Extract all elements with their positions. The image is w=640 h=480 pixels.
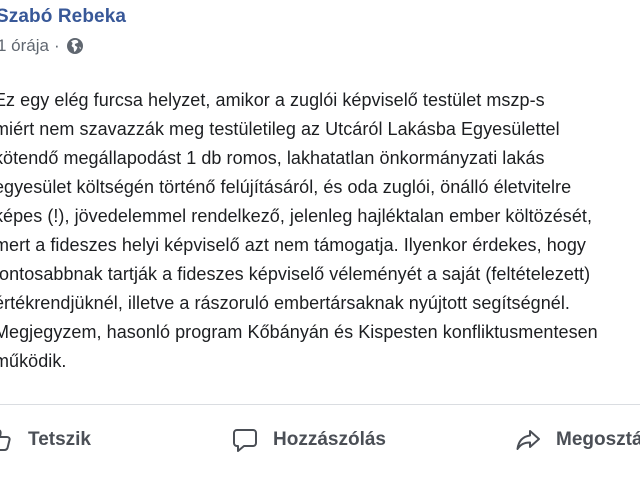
meta-separator: ·	[53, 36, 60, 55]
post-meta: 1 órája ·	[0, 36, 84, 56]
post-text-line: miért nem szavazzák meg testületileg az …	[0, 119, 560, 139]
comment-icon	[233, 429, 257, 452]
post-timestamp[interactable]: 1 órája	[0, 36, 49, 56]
thumbs-up-icon	[0, 429, 11, 451]
globe-icon[interactable]	[66, 37, 84, 55]
like-button[interactable]: Tetszik	[0, 420, 91, 460]
author-name[interactable]: Szabó Rebeka	[0, 6, 126, 28]
post-text-line: egyesület költségén történő felújításáró…	[0, 177, 572, 197]
share-button-label: Megosztás	[556, 429, 640, 450]
post-text-line: fontosabbnak tartják a fideszes képvisel…	[0, 264, 591, 284]
post-text-line: mert a fideszes helyi képviselő azt nem …	[0, 235, 586, 255]
share-icon	[516, 430, 540, 450]
post-text-line: Ez egy elég furcsa helyzet, amikor a zug…	[0, 90, 545, 110]
like-button-label: Tetszik	[28, 429, 92, 450]
post-text-line: Megjegyzem, hasonló program Kőbányán és …	[0, 322, 598, 342]
post-text-line: működik.	[0, 351, 67, 371]
post-text: Ez egy elég furcsa helyzet, amikor a zug…	[0, 86, 640, 376]
facebook-post: Szabó Rebeka 1 órája · Ez egy elég furcs…	[0, 0, 640, 480]
comment-button[interactable]: Hozzászólás	[231, 420, 386, 460]
action-bar-divider	[0, 404, 640, 405]
post-text-line: értékrendjüknél, illetve a rászoruló emb…	[0, 293, 570, 313]
share-button[interactable]: Megosztás	[514, 420, 640, 460]
post-text-line: képes (!), jövedelemmel rendelkező, jele…	[0, 206, 593, 226]
post-text-line: kötendő megállapodást 1 db romos, lakhat…	[0, 148, 545, 168]
comment-button-label: Hozzászólás	[273, 429, 386, 450]
